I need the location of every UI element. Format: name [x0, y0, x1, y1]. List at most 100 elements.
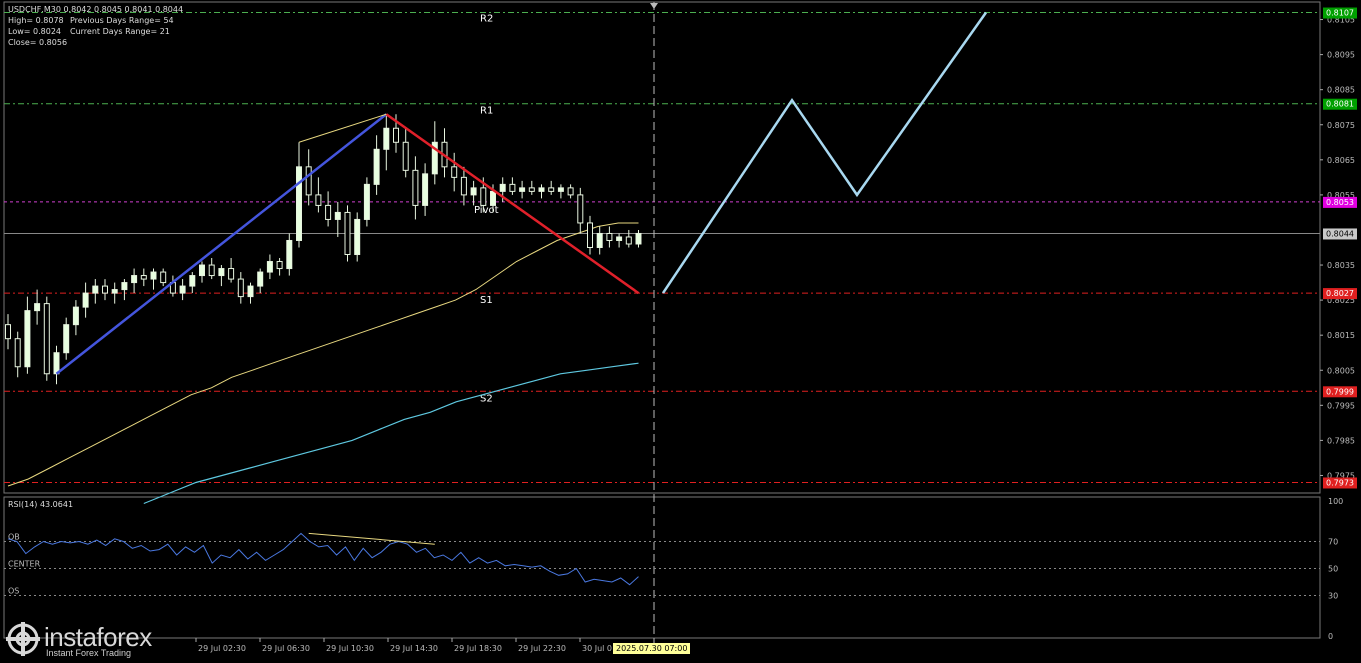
candle-body	[247, 285, 254, 298]
price-tick-label: 0.8035	[1327, 261, 1355, 270]
candle-body	[92, 285, 99, 294]
rsi-line	[7, 532, 639, 586]
level-tag-text: 0.7999	[1326, 387, 1354, 396]
time-tick-label: 30 Jul 0	[582, 644, 612, 653]
candle-body	[266, 261, 273, 273]
candle-body	[237, 278, 244, 298]
time-tick-label: 29 Jul 02:30	[198, 644, 246, 653]
price-tick-label: 0.7985	[1327, 436, 1355, 445]
candle-body	[344, 211, 351, 256]
price-tick-label: 0.8075	[1327, 121, 1355, 130]
rsi-center-label: CENTER	[8, 560, 41, 569]
candle-body	[334, 211, 341, 220]
price-tick-label: 0.8095	[1327, 51, 1355, 60]
candle-body	[548, 187, 555, 192]
price-tick-label: 0.8065	[1327, 156, 1355, 165]
candle-body	[140, 275, 147, 280]
candle-body	[528, 187, 535, 192]
candle-body	[296, 166, 302, 241]
rsi-tick-label: 100	[1328, 497, 1343, 506]
candle-body	[412, 169, 419, 206]
divergence-line-price	[298, 113, 387, 143]
time-tick-label: 29 Jul 22:30	[518, 644, 566, 653]
main-plot-frame	[3, 1, 1321, 494]
price-tick-label: 0.7995	[1327, 401, 1355, 410]
level-tag-text: 0.8044	[1326, 229, 1354, 238]
rsi-tick-label: 50	[1328, 565, 1338, 574]
candle-body	[509, 183, 516, 192]
candle-body	[363, 183, 370, 220]
brand-logo: instaforex Instant Forex Trading	[4, 620, 184, 660]
price-tick-label: 0.8085	[1327, 86, 1355, 95]
candle-body	[160, 271, 167, 284]
candle-body	[315, 194, 322, 206]
time-tick-label: 29 Jul 18:30	[454, 644, 502, 653]
candle-body	[257, 271, 264, 287]
candle-body	[383, 127, 390, 150]
candle-body	[596, 232, 603, 249]
candle-body	[276, 261, 283, 270]
ma-slow-line	[7, 222, 639, 487]
candle-body	[121, 282, 128, 291]
rsi-tick-label: 0	[1328, 632, 1333, 641]
level-label-s1: S1	[480, 295, 493, 306]
candle-body	[325, 204, 332, 220]
candle-body	[82, 292, 89, 308]
candle-body	[179, 285, 186, 294]
logo-mark-icon	[6, 622, 40, 656]
candle-body	[490, 190, 496, 206]
price-chart[interactable]: 0.81050.80950.80850.80750.80650.80550.80…	[0, 0, 1361, 663]
forecast-path	[661, 11, 988, 294]
level-tag-text: 0.8053	[1326, 198, 1354, 207]
candle-body	[218, 268, 225, 277]
price-tick-label: 0.8015	[1327, 331, 1355, 340]
rsi-label: RSI(14) 43.0641	[8, 500, 74, 509]
candle-body	[460, 176, 467, 196]
level-tag-text: 0.7973	[1326, 478, 1354, 487]
candle-body	[451, 166, 458, 178]
candle-body	[587, 222, 593, 248]
candle-body	[422, 173, 429, 206]
level-tag-text: 0.8081	[1326, 100, 1354, 109]
candle-body	[402, 141, 409, 171]
candle-body	[53, 352, 60, 375]
candle-body	[131, 275, 138, 284]
level-label-r2: R2	[480, 14, 493, 25]
time-tick-label: 29 Jul 06:30	[262, 644, 310, 653]
candle-body	[34, 303, 41, 312]
candle-body	[208, 264, 215, 277]
candle-body	[305, 166, 312, 196]
trend-line	[55, 113, 388, 375]
candle-body	[43, 303, 50, 375]
candle-body	[635, 232, 642, 245]
divergence-line-rsi	[308, 532, 435, 545]
candle-body	[150, 271, 157, 280]
candle-body	[577, 194, 584, 224]
rsi-tick-label: 70	[1328, 538, 1338, 547]
candle-body	[14, 338, 21, 368]
candle-body	[616, 236, 623, 241]
candle-body	[228, 268, 235, 280]
candle-body	[102, 285, 108, 294]
candle-body	[72, 306, 79, 326]
candle-body	[538, 187, 545, 192]
time-cursor-label: 2025.07.30 07:00	[613, 643, 691, 654]
candle-body	[519, 187, 526, 192]
candle-body	[24, 310, 31, 368]
candle-body	[393, 127, 399, 143]
candle-body	[199, 264, 205, 277]
candle-body	[567, 187, 574, 196]
candle-body	[5, 324, 11, 340]
candle-body	[111, 289, 118, 294]
candle-body	[189, 275, 196, 287]
price-tick-label: 0.8005	[1327, 366, 1355, 375]
candle-body	[557, 187, 564, 192]
candle-body	[286, 239, 293, 270]
level-tag-text: 0.8027	[1326, 289, 1354, 298]
candle-body	[373, 148, 380, 185]
candle-body	[606, 232, 613, 241]
level-label-r1: R1	[480, 106, 493, 117]
brand-tagline: Instant Forex Trading	[46, 648, 132, 658]
candle-body	[63, 324, 70, 354]
cursor-marker-icon	[650, 3, 658, 9]
